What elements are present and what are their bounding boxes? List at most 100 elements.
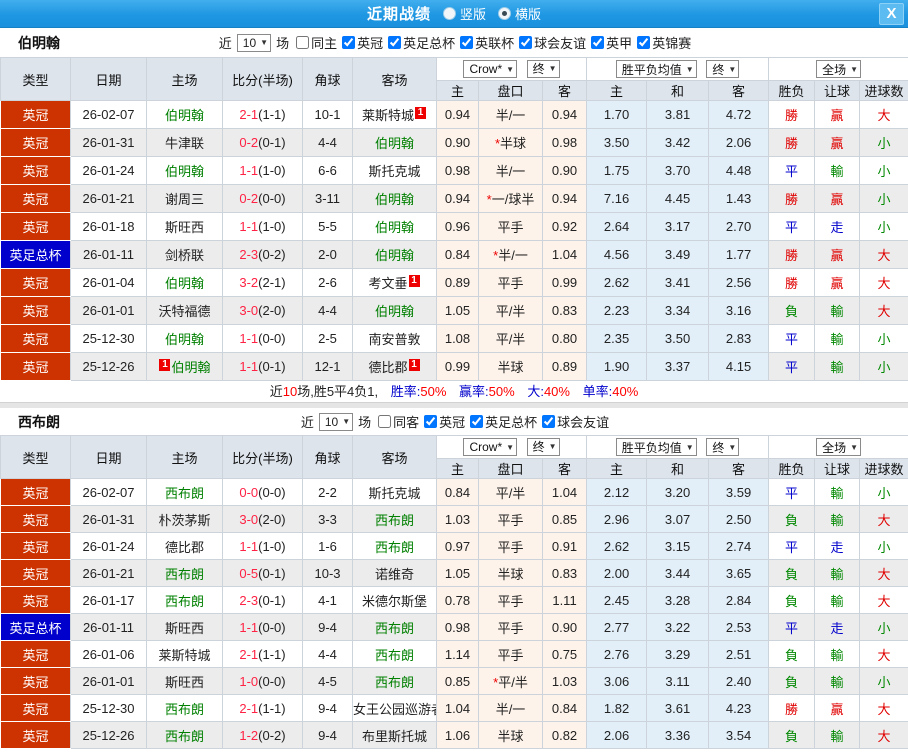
away-team: 西布朗 [352,667,437,695]
avg-odds-select[interactable]: 胜平负均值 ▼ [615,60,697,78]
away-odds: 0.90 [541,156,588,185]
handicap: 半/一 [478,156,543,185]
fulltime-score: 0-2 [239,191,259,206]
dropdown-arrow-icon: ▼ [548,64,557,74]
score: 0-2(0-1) [222,128,303,157]
col-result-handicap: 让球 [814,80,861,101]
result-goals: 大 [859,240,908,269]
corners: 2-2 [302,478,353,506]
avg-draw: 3.37 [646,352,710,381]
horizontal-layout-label[interactable]: 横版 [515,4,541,23]
horizontal-layout-radio[interactable] [498,7,511,20]
title-bar: 近期战绩 竖版 横版 X [0,0,908,28]
corners: 4-5 [302,667,353,695]
league-filter[interactable]: 英冠 [424,412,465,431]
avg-draw: 3.42 [646,128,710,157]
halftime-score: (0-0) [258,673,286,689]
league-filter[interactable]: 球会友谊 [542,412,609,431]
close-icon[interactable]: X [879,3,904,25]
league-filter[interactable]: 英冠 [342,33,383,52]
halftime-score: (1-1) [258,700,286,716]
handicap-label: 平/半 [495,332,526,347]
col-score: 比分(半场) [222,435,303,479]
league-checkbox[interactable] [460,36,474,49]
team-name: 西布朗 [18,413,60,430]
league-checkbox[interactable] [637,36,651,49]
scope-select[interactable]: 全场 ▼ [816,60,861,78]
same-venue-checkbox[interactable] [378,415,392,428]
final-odds-select[interactable]: 终 ▼ [526,59,560,78]
corners: 10-1 [302,100,353,129]
avg-odds-select[interactable]: 胜平负均值 ▼ [615,438,697,456]
dropdown-arrow-icon: ▼ [685,442,694,452]
final-odds-select[interactable]: 终 ▼ [706,438,740,456]
avg-home-win: 4.56 [586,240,648,269]
record-table: 类型 日期 主场 比分(半场) 角球 客场 Crow* ▼ 终 ▼ 胜平负均值 ▼ 终… [0,57,908,381]
corners: 4-4 [302,296,353,325]
match-date: 25-12-26 [70,721,147,749]
same-venue-filter[interactable]: 同客 [378,412,419,431]
avg-away-win: 4.72 [708,100,770,129]
match-count-select[interactable]: 10 ▼ [236,33,272,52]
bookmaker-select[interactable]: Crow* ▼ [463,60,518,79]
home-team-name: 西布朗 [164,485,204,501]
league-filter[interactable]: 英锦赛 [637,33,691,52]
avg-draw: 3.41 [646,268,710,297]
home-odds: 0.97 [436,532,479,560]
league-checkbox[interactable] [388,36,402,49]
result-goals: 大 [859,694,908,722]
league-checkbox[interactable] [424,415,438,428]
same-venue-filter[interactable]: 同主 [296,33,337,52]
league-filter[interactable]: 英足总杯 [388,33,455,52]
avg-home-win: 1.90 [586,352,648,381]
league-checkbox[interactable] [542,415,556,428]
col-home: 主场 [146,435,223,479]
corners: 9-4 [302,613,353,641]
avg-home-win: 2.06 [586,721,648,749]
final-odds-select[interactable]: 终 ▼ [526,437,560,456]
final-odds-select[interactable]: 终 ▼ [706,60,740,78]
handicap: 平手 [478,212,543,241]
result-goals: 大 [859,100,908,129]
scope-select[interactable]: 全场 ▼ [816,438,861,456]
fulltime-score: 2-1 [239,646,259,662]
result-handicap: 輸 [814,640,861,668]
match-count-select[interactable]: 10 ▼ [318,412,354,431]
halftime-score: (0-0) [258,191,286,206]
competition-type: 英冠 [0,505,71,533]
avg-away-win: 2.50 [708,505,770,533]
league-checkbox[interactable] [591,36,605,49]
vertical-layout-label[interactable]: 竖版 [460,4,486,23]
league-checkbox[interactable] [470,415,484,428]
league-filter[interactable]: 英足总杯 [470,412,537,431]
team-section-westbrom: 西布朗 近 10 ▼ 场同客 英冠 英足总杯 球会友谊 类型 日期 主场 比分(半场) 角球… [0,408,908,749]
competition-type: 英冠 [0,352,71,381]
competition-type: 英冠 [0,586,71,614]
fulltime-score: 0-2 [239,135,259,150]
home-team-name: 德比郡 [164,539,204,555]
fulltime-score: 1-2 [239,727,259,743]
match-date: 26-01-31 [70,505,147,533]
result-handicap: 走 [814,212,861,241]
handicap: *一/球半 [478,184,543,213]
league-filter[interactable]: 英甲 [591,33,632,52]
avg-home-win: 1.75 [586,156,648,185]
vertical-layout-radio[interactable] [442,7,456,20]
home-odds: 1.08 [436,324,479,353]
same-venue-checkbox[interactable] [296,36,310,49]
league-checkbox[interactable] [342,36,356,49]
handicap-label: 半球 [497,566,524,582]
home-team: 伯明翰 [146,268,223,297]
handicap: 半球 [478,721,543,749]
league-filter[interactable]: 英联杯 [460,33,514,52]
league-filter[interactable]: 球会友谊 [519,33,586,52]
avg-draw: 3.49 [646,240,710,269]
red-card-badge: 1 [159,359,171,371]
halftime-score: (2-1) [258,275,286,290]
halftime-score: (0-1) [258,592,286,608]
league-checkbox[interactable] [519,36,533,49]
home-odds: 0.85 [436,667,479,695]
result-wdl: 平 [768,324,816,353]
bookmaker-select[interactable]: Crow* ▼ [463,438,518,457]
match-row: 英冠 26-01-18 斯旺西 1-1(1-0) 5-5 伯明翰 0.96 平手 0.92 2.6… [0,212,908,241]
